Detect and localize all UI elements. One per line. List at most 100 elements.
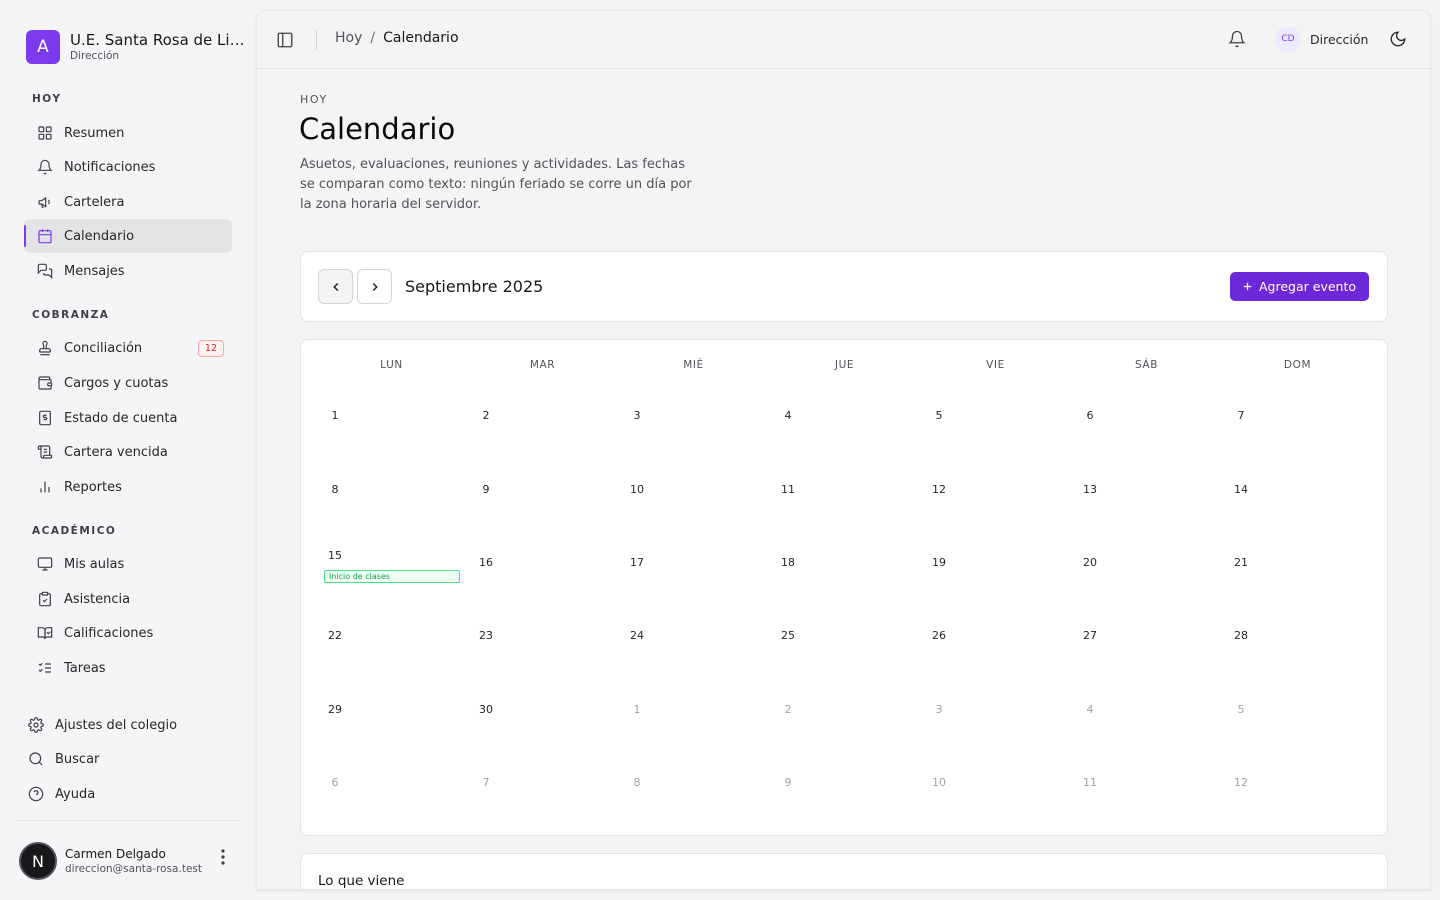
section-title-academico: ACADÉMICO (32, 525, 117, 537)
sidebar-item-label: Conciliación (64, 340, 143, 356)
chevron-right-icon (372, 282, 378, 291)
sidebar-item-ajustes[interactable]: Ajustes del colegio (15, 708, 223, 742)
calendar-day[interactable]: 5 (929, 409, 949, 422)
calendar-day[interactable]: 2 (778, 703, 798, 716)
calendar-day[interactable]: 9 (476, 483, 496, 496)
sidebar-item-mis-aulas[interactable]: Mis aulas (24, 547, 232, 581)
topbar-separator (316, 30, 317, 50)
calendar-day[interactable]: 22 (325, 629, 345, 642)
calendar-day[interactable]: 13 (1080, 483, 1100, 496)
calendar-day[interactable]: 12 (1231, 776, 1251, 789)
weekday-header: VIE (986, 359, 1005, 371)
calendar-day[interactable]: 8 (325, 483, 345, 496)
breadcrumb: Hoy / Calendario (335, 30, 459, 46)
calendar-day[interactable]: 28 (1231, 629, 1251, 642)
sidebar-item-notificaciones[interactable]: Notificaciones (24, 150, 232, 184)
sidebar-item-asistencia[interactable]: Asistencia (24, 582, 232, 616)
sidebar-item-calendario[interactable]: Calendario (24, 219, 232, 253)
calendar-day[interactable]: 6 (325, 776, 345, 789)
sidebar-item-ayuda[interactable]: Ayuda (15, 777, 223, 811)
sidebar-item-label: Ayuda (55, 786, 96, 802)
calendar-day[interactable]: 5 (1231, 703, 1251, 716)
sidebar-item-calificaciones[interactable]: Calificaciones (24, 616, 232, 650)
brand[interactable]: A U.E. Santa Rosa de Li… Dirección (26, 30, 245, 64)
weekday-header: SÁB (1134, 359, 1159, 371)
calendar-day[interactable]: 4 (778, 409, 798, 422)
calendar-day[interactable]: 8 (627, 776, 647, 789)
upcoming-card: Lo que viene (300, 853, 1388, 889)
calendar-day[interactable]: 29 (325, 703, 345, 716)
calendar-day[interactable]: 11 (778, 483, 798, 496)
breadcrumb-hoy[interactable]: Hoy (335, 30, 362, 46)
moon-icon[interactable] (1389, 30, 1407, 48)
brand-logo: A (26, 30, 60, 64)
section-title-cobranza: COBRANZA (32, 309, 110, 321)
more-vertical-icon[interactable] (216, 848, 230, 866)
sidebar-item-resumen[interactable]: Resumen (24, 116, 232, 150)
calendar-day[interactable]: 10 (929, 776, 949, 789)
sidebar-user[interactable]: N Carmen Delgado direccion@santa-rosa.te… (19, 842, 202, 880)
calendar-day[interactable]: 1 (627, 703, 647, 716)
calendar-day[interactable]: 12 (929, 483, 949, 496)
calendar-day[interactable]: 17 (627, 556, 647, 569)
sidebar-item-label: Mensajes (64, 263, 125, 279)
calendar-day[interactable]: 21 (1231, 556, 1251, 569)
calendar-day[interactable]: 30 (476, 703, 496, 716)
bar-chart-icon (40, 481, 50, 493)
calendar-event[interactable]: Inicio de clases (324, 570, 460, 583)
calendar-day[interactable]: 16 (476, 556, 496, 569)
sidebar-item-tareas[interactable]: Tareas (24, 651, 232, 685)
calendar-day[interactable]: 2 (476, 409, 496, 422)
sidebar-item-label: Mis aulas (64, 556, 125, 572)
topbar-user-menu[interactable]: CD Dirección (1275, 26, 1368, 52)
sidebar-item-cartera-vencida[interactable]: Cartera vencida (24, 435, 232, 469)
avatar: CD (1275, 26, 1301, 52)
calendar-day[interactable]: 3 (627, 409, 647, 422)
calendar-day[interactable]: 27 (1080, 629, 1100, 642)
sidebar-item-mensajes[interactable]: Mensajes (24, 254, 232, 288)
sidebar-item-label: Calificaciones (64, 625, 154, 641)
calendar-day[interactable]: 19 (929, 556, 949, 569)
calendar-icon (38, 229, 52, 244)
calendar-day[interactable]: 4 (1080, 703, 1100, 716)
bell-icon[interactable] (1228, 30, 1246, 48)
calendar-day[interactable]: 6 (1080, 409, 1100, 422)
calendar-day[interactable]: 23 (476, 629, 496, 642)
calendar-day[interactable]: 25 (778, 629, 798, 642)
sidebar-toggle-icon[interactable] (276, 31, 294, 49)
settings-icon (28, 717, 44, 733)
calendar-day[interactable]: 20 (1080, 556, 1100, 569)
calendar-day[interactable]: 26 (929, 629, 949, 642)
calendar-day[interactable]: 11 (1080, 776, 1100, 789)
calendar-day[interactable]: 18 (778, 556, 798, 569)
calendar-day[interactable]: 10 (627, 483, 647, 496)
sidebar-item-estado-de-cuenta[interactable]: Estado de cuenta (24, 401, 232, 435)
sidebar-divider (15, 820, 241, 821)
calendar-day[interactable]: 15 (325, 549, 345, 562)
sidebar-item-cartelera[interactable]: Cartelera (24, 185, 232, 219)
add-event-button[interactable]: Agregar evento (1230, 272, 1369, 301)
sidebar-item-reportes[interactable]: Reportes (24, 470, 232, 504)
calendar-day[interactable]: 3 (929, 703, 949, 716)
calendar-day[interactable]: 14 (1231, 483, 1251, 496)
topbar-user-label: Dirección (1310, 31, 1369, 47)
sidebar-item-label: Notificaciones (64, 159, 156, 175)
upcoming-title: Lo que viene (318, 873, 405, 889)
sidebar-item-cargos-y-cuotas[interactable]: Cargos y cuotas (24, 366, 232, 400)
chevron-left-icon (332, 282, 338, 291)
next-month-button[interactable] (357, 269, 392, 304)
avatar: N (19, 842, 57, 880)
calendar-day[interactable]: 7 (1231, 409, 1251, 422)
breadcrumb-current: Calendario (383, 30, 459, 46)
brand-name: U.E. Santa Rosa de Li… (70, 31, 245, 49)
calendar-day[interactable]: 1 (325, 409, 345, 422)
calendar-day[interactable]: 9 (778, 776, 798, 789)
sidebar-item-conciliacion[interactable]: Conciliación 12 (24, 331, 232, 365)
calendar-day[interactable]: 7 (476, 776, 496, 789)
book-check-icon (37, 627, 53, 640)
sidebar-item-buscar[interactable]: Buscar (15, 742, 223, 776)
previous-month-button[interactable] (318, 269, 353, 304)
breadcrumb-separator: / (370, 30, 376, 46)
sidebar-item-label: Calendario (64, 228, 135, 244)
calendar-day[interactable]: 24 (627, 629, 647, 642)
